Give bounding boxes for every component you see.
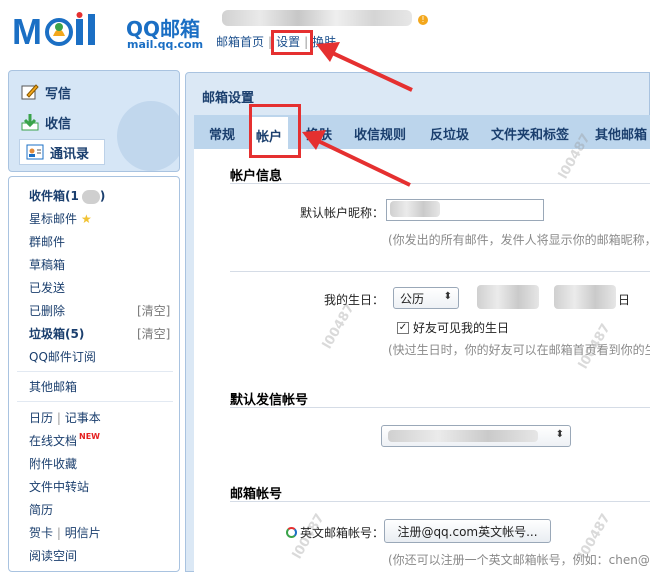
sidebar-divider — [17, 371, 173, 372]
birthday-month-redacted[interactable] — [477, 285, 539, 309]
link-separator: | — [56, 411, 61, 425]
svg-text:M: M — [12, 12, 42, 50]
select-arrow-icon: ⬍ — [443, 291, 452, 302]
user-account-redacted — [222, 10, 412, 26]
pencil-icon — [21, 84, 39, 100]
folder-deleted[interactable]: 已删除 [清空] — [29, 302, 170, 319]
folder-starred-label: 星标邮件 — [29, 212, 78, 226]
folder-starred[interactable]: 星标邮件 ★ — [29, 210, 92, 227]
star-icon: ★ — [81, 212, 92, 226]
contacts-label: 通讯录 — [50, 146, 90, 162]
folder-sent[interactable]: 已发送 — [29, 279, 65, 296]
page-title: 邮箱设置 — [202, 91, 255, 106]
birthday-visible-checkbox[interactable]: ✓ — [397, 321, 409, 334]
postcards-link[interactable]: 明信片 — [65, 526, 101, 540]
annotation-account-tab-highlight — [249, 104, 301, 158]
default-sender-select[interactable]: ⬍ — [381, 425, 571, 447]
tab-other-mailboxes[interactable]: 其他邮箱 — [595, 124, 647, 143]
sidebar-divider — [17, 401, 173, 402]
section-mail-account-title: 邮箱帐号 — [230, 487, 283, 502]
compose-button[interactable]: 写信 — [21, 79, 103, 105]
cards-row: 贺卡 | 明信片 — [29, 524, 101, 541]
nav-skin[interactable]: 换肤 — [312, 35, 336, 49]
tab-anti-spam[interactable]: 反垃圾 — [430, 124, 469, 143]
tab-skin[interactable]: 换肤 — [306, 124, 332, 143]
nickname-value-redacted — [390, 201, 440, 217]
folder-subscriptions[interactable]: QQ邮件订阅 — [29, 348, 96, 365]
calendar-notes-row: 日历 | 记事本 — [29, 409, 101, 426]
contacts-button[interactable]: 通讯录 — [19, 139, 105, 165]
calendar-type-value: 公历 — [400, 291, 425, 306]
section-divider — [230, 407, 650, 408]
section-divider — [230, 501, 650, 502]
reading-space-link[interactable]: 阅读空间 — [29, 547, 77, 564]
folder-deleted-label: 已删除 — [29, 304, 66, 318]
address-book-icon — [26, 144, 44, 160]
notification-badge[interactable]: ! — [418, 15, 428, 25]
cards-link[interactable]: 贺卡 — [29, 526, 53, 540]
tab-folders-labels[interactable]: 文件夹和标签 — [491, 124, 569, 143]
resume-link[interactable]: 简历 — [29, 501, 53, 518]
birthday-hint: (快过生日时，你的好友可以在邮箱首页看到你的生 — [388, 343, 650, 357]
tab-general[interactable]: 常规 — [209, 124, 235, 143]
qq-mail-app: M QQ邮箱 mail.qq.com ! 邮箱首页 | 设置 | 换肤 写信 收信 — [0, 0, 650, 572]
folder-inbox-label: 收件箱(1 — [29, 189, 79, 203]
online-docs-link[interactable]: 在线文档 NEW — [29, 432, 100, 449]
logo-domain: mail.qq.com — [127, 38, 204, 51]
sidebar-actions: 写信 收信 通讯录 — [8, 70, 180, 172]
nickname-label: 默认帐户昵称： — [299, 206, 384, 220]
link-separator: | — [56, 526, 61, 540]
folder-inbox-label-end: ) — [99, 189, 106, 203]
inbox-label: 收信 — [45, 116, 72, 132]
folder-drafts[interactable]: 草稿箱 — [29, 256, 65, 273]
penguin-decoration-icon — [117, 101, 179, 171]
english-account-hint: (你还可以注册一个英文邮箱帐号，例如：chen@q — [388, 553, 650, 567]
clear-deleted-link[interactable]: [清空] — [137, 302, 170, 319]
section-default-sender-title: 默认发信帐号 — [230, 393, 309, 408]
annotation-settings-highlight — [271, 30, 313, 55]
attachments-link[interactable]: 附件收藏 — [29, 455, 77, 472]
folder-list: 收件箱(1) 星标邮件 ★ 群邮件 草稿箱 已发送 已删除 [清空] 垃圾箱(5) [… — [8, 176, 180, 572]
notes-link[interactable]: 记事本 — [65, 411, 101, 425]
online-docs-label: 在线文档 — [29, 434, 78, 448]
section-divider — [230, 271, 650, 272]
nav-mailbox-home[interactable]: 邮箱首页 — [216, 35, 264, 49]
new-badge: NEW — [79, 432, 100, 441]
birthday-label: 我的生日： — [323, 293, 384, 307]
register-english-account-button[interactable]: 注册@qq.com英文帐号... — [384, 519, 551, 543]
file-transfer-link[interactable]: 文件中转站 — [29, 478, 89, 495]
calendar-type-select[interactable]: 公历 ⬍ — [393, 287, 459, 309]
section-account-info-title: 帐户信息 — [230, 169, 283, 184]
folder-group[interactable]: 群邮件 — [29, 233, 65, 250]
birthday-day-redacted[interactable] — [554, 285, 616, 309]
compose-label: 写信 — [45, 86, 72, 102]
select-arrow-icon: ⬍ — [555, 429, 564, 440]
nickname-hint: (你发出的所有邮件，发件人将显示你的邮箱昵称， — [388, 233, 650, 247]
birthday-visible-row: ✓ 好友可见我的生日 — [397, 319, 509, 336]
section-divider — [230, 183, 650, 184]
day-suffix: 日 — [618, 293, 631, 307]
folder-spam[interactable]: 垃圾箱(5) [清空] — [29, 325, 170, 342]
header: M QQ邮箱 mail.qq.com ! 邮箱首页 | 设置 | 换肤 — [0, 0, 650, 68]
folder-inbox[interactable]: 收件箱(1) — [29, 187, 105, 204]
folder-spam-label: 垃圾箱(5) — [29, 327, 85, 341]
inbox-button[interactable]: 收信 — [21, 109, 103, 135]
account-settings-content: 帐户信息 默认帐户昵称： (你发出的所有邮件，发件人将显示你的邮箱昵称， 我的生… — [194, 131, 650, 572]
sidebar: 写信 收信 通讯录 收件箱(1) 星标邮件 ★ 群邮件 草稿箱 已发送 已删除 [清… — [8, 70, 180, 572]
qq-mail-logo[interactable]: M — [12, 12, 122, 50]
watermark: l00487 — [319, 301, 358, 352]
other-mailboxes-link[interactable]: 其他邮箱 — [29, 378, 77, 395]
tab-mail-rules[interactable]: 收信规则 — [354, 124, 406, 143]
qq-colorful-icon — [285, 527, 297, 538]
download-arrow-icon — [21, 114, 39, 131]
default-sender-value-redacted — [388, 430, 538, 442]
unread-count-redacted — [81, 189, 100, 204]
calendar-link[interactable]: 日历 — [29, 411, 53, 425]
birthday-visible-label: 好友可见我的生日 — [413, 321, 510, 335]
clear-spam-link[interactable]: [清空] — [137, 325, 170, 342]
